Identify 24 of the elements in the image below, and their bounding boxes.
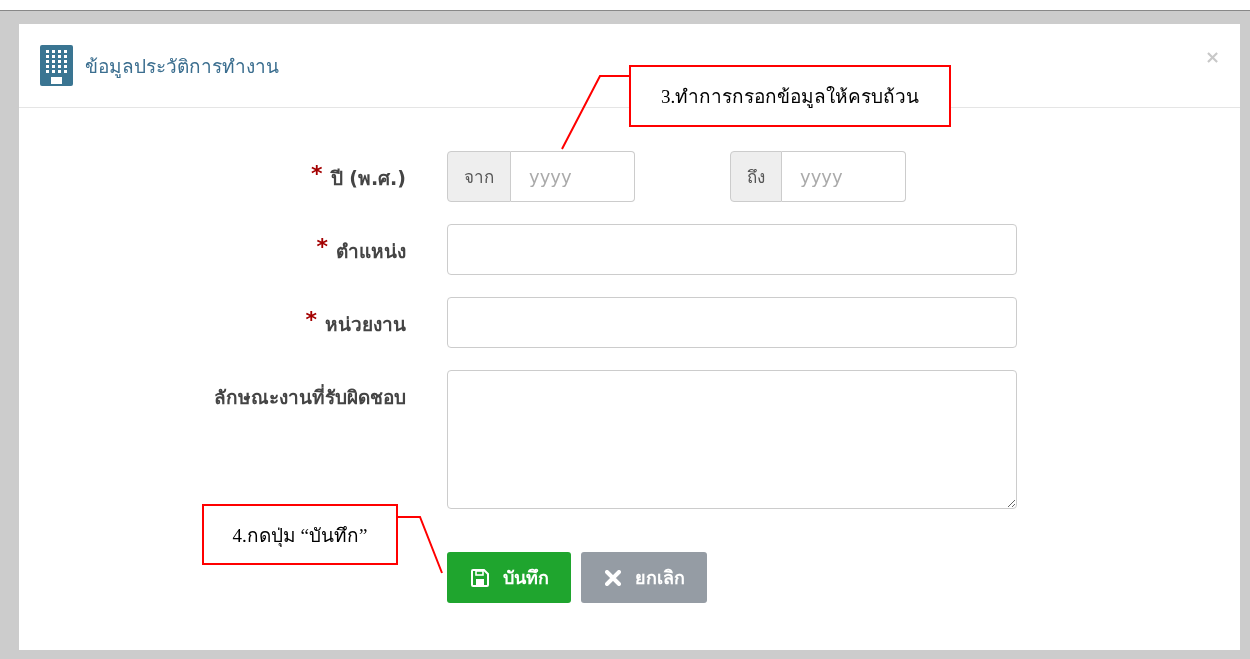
annotation-callout: 3.ทำการกรอกข้อมูลให้ครบถ้วน [629, 65, 951, 127]
save-button[interactable]: บันทึก [447, 552, 571, 603]
building-icon [40, 45, 73, 86]
cancel-button[interactable]: ยกเลิก [581, 552, 707, 603]
input-field[interactable] [447, 297, 1017, 348]
save-icon [471, 568, 489, 587]
field-label: ปี (พ.ศ.) [330, 166, 406, 191]
leader-line [396, 515, 446, 575]
field-label: หน่วยงาน [325, 312, 406, 337]
field-label: ตำแหน่ง [336, 239, 406, 264]
to-label: ถึง [730, 151, 782, 202]
input-field[interactable] [447, 224, 1017, 275]
annotation-callout: 4.กดปุ่ม “บันทึก” [202, 504, 398, 565]
textarea-field[interactable] [447, 370, 1017, 509]
year-to-field[interactable]: yyyy [782, 151, 906, 202]
required-asterisk: * [311, 163, 323, 185]
required-asterisk: * [316, 236, 328, 258]
close-icon [605, 569, 621, 586]
required-asterisk: * [305, 309, 317, 331]
close-button[interactable]: × [1204, 48, 1220, 66]
from-label: จาก [447, 151, 511, 202]
dialog-title: ข้อมูลประวัติการทำงาน [85, 53, 279, 80]
field-label: ลักษณะงานที่รับผิดชอบ [214, 383, 406, 410]
year-from-field[interactable]: yyyy [511, 151, 635, 202]
